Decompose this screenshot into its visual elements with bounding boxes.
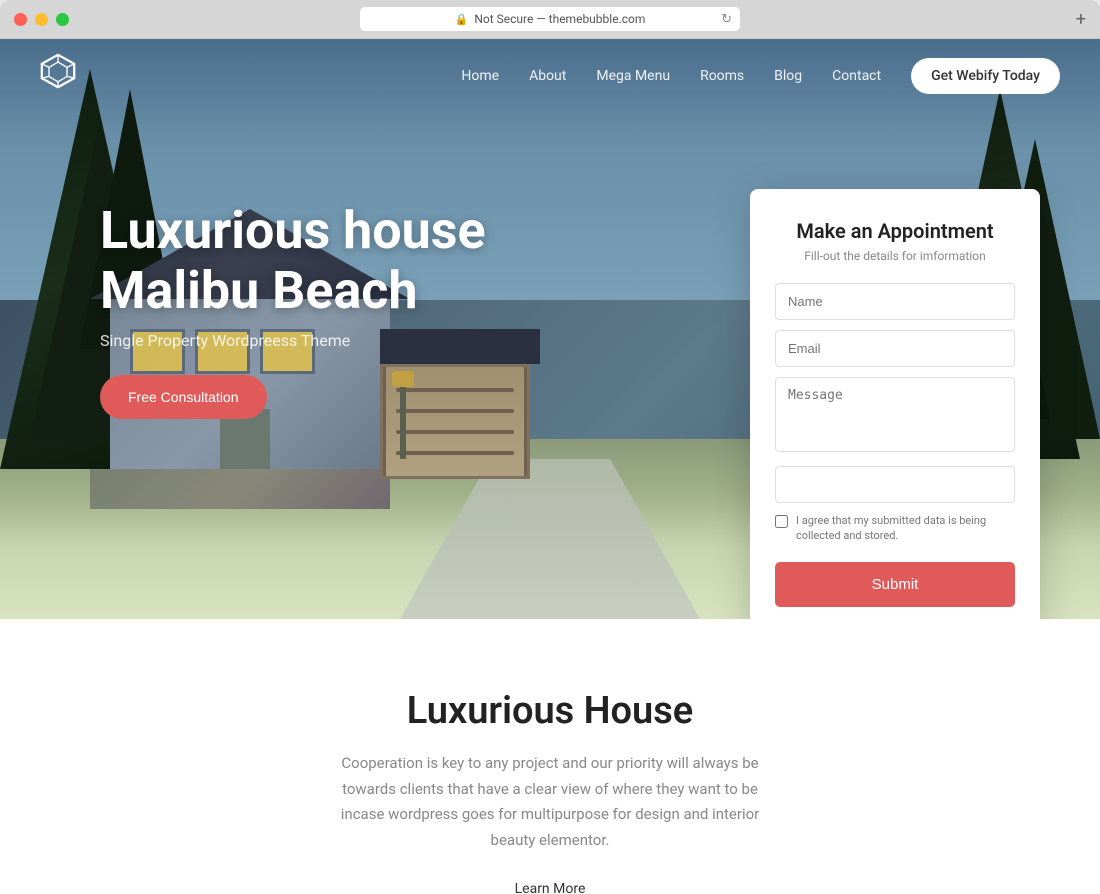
appointment-form: Make an Appointment Fill-out the details…: [750, 189, 1040, 619]
content-section: Luxurious House Cooperation is key to an…: [0, 619, 1100, 894]
nav-links: Home About Mega Menu Rooms Blog Contact …: [461, 65, 1060, 84]
garage-line-3: [396, 430, 514, 434]
hero-subtitle: Single Property Wordpreess Theme: [100, 331, 486, 350]
window-chrome: 🔒 Not Secure — themebubble.com ↻ +: [0, 0, 1100, 38]
form-subtitle: Fill-out the details for imformation: [775, 249, 1015, 263]
minimize-button[interactable]: [35, 13, 48, 26]
reload-icon[interactable]: ↻: [721, 12, 732, 27]
checkbox-row: I agree that my submitted data is being …: [775, 513, 1015, 544]
address-bar[interactable]: 🔒 Not Secure — themebubble.com ↻: [360, 7, 740, 31]
submit-button[interactable]: Submit: [775, 562, 1015, 607]
logo[interactable]: [40, 53, 76, 96]
hero-title: Luxurious house Malibu Beach: [100, 201, 486, 321]
hero-text: Luxurious house Malibu Beach Single Prop…: [100, 201, 486, 419]
agreement-checkbox[interactable]: [775, 515, 788, 528]
form-title: Make an Appointment: [775, 219, 1015, 243]
browser-content: Home About Mega Menu Rooms Blog Contact …: [0, 38, 1100, 894]
address-bar-text: Not Secure — themebubble.com: [474, 12, 645, 26]
dropdown-select[interactable]: [775, 466, 1015, 503]
learn-more-link[interactable]: Learn More: [515, 881, 586, 894]
content-title: Luxurious House: [40, 689, 1060, 733]
navbar: Home About Mega Menu Rooms Blog Contact …: [0, 39, 1100, 109]
content-description: Cooperation is key to any project and ou…: [325, 751, 775, 853]
email-input[interactable]: [775, 330, 1015, 367]
consultation-button[interactable]: Free Consultation: [100, 375, 267, 419]
new-tab-button[interactable]: +: [1076, 9, 1086, 30]
name-input[interactable]: [775, 283, 1015, 320]
nav-item-cta[interactable]: Get Webify Today: [911, 65, 1060, 84]
close-button[interactable]: [14, 13, 27, 26]
foundation: [90, 469, 390, 509]
lock-icon: 🔒: [455, 13, 469, 26]
message-input[interactable]: [775, 377, 1015, 452]
traffic-lights: [14, 13, 69, 26]
nav-item-mega-menu[interactable]: Mega Menu: [596, 65, 670, 84]
nav-item-home[interactable]: Home: [461, 65, 499, 84]
logo-icon: [40, 53, 76, 89]
nav-item-about[interactable]: About: [529, 65, 566, 84]
hero-section: Home About Mega Menu Rooms Blog Contact …: [0, 39, 1100, 619]
nav-item-contact[interactable]: Contact: [832, 65, 881, 84]
checkbox-label: I agree that my submitted data is being …: [796, 513, 1015, 544]
nav-item-blog[interactable]: Blog: [774, 65, 802, 84]
nav-item-rooms[interactable]: Rooms: [700, 65, 744, 84]
maximize-button[interactable]: [56, 13, 69, 26]
garage-line-4: [396, 451, 514, 455]
